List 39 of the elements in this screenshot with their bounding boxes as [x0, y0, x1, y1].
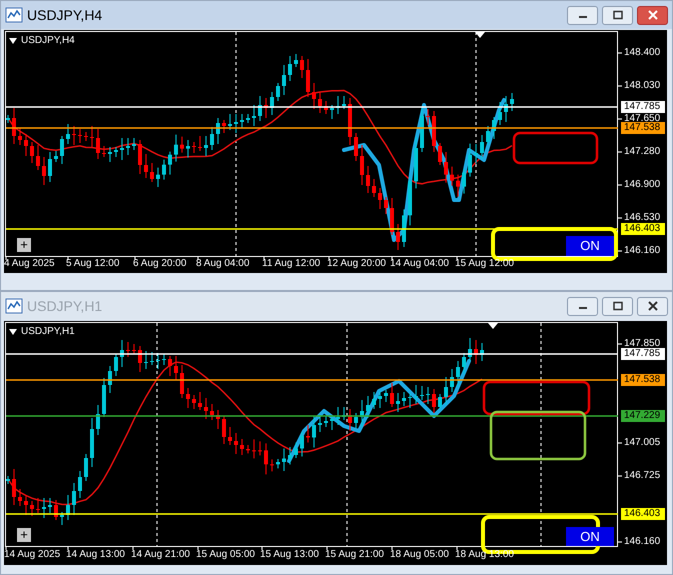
on-button[interactable]: ON [566, 527, 614, 546]
price-level-label: 146.403 [621, 223, 665, 235]
price-axis-label: 146.725 [624, 470, 660, 482]
on-button[interactable]: ON [566, 236, 614, 256]
time-axis-label: 6 Aug 20:00 [133, 258, 186, 270]
price-level-label: 147.785 [621, 101, 665, 113]
price-level-label: 147.538 [621, 122, 665, 134]
time-axis-label: 4 Aug 2025 [4, 258, 55, 270]
price-axis-label: 147.850 [624, 338, 660, 349]
price-axis-label: 147.005 [624, 437, 660, 449]
time-axis-label: 14 Aug 13:00 [66, 549, 125, 561]
time-axis-label: 11 Aug 12:00 [262, 258, 320, 270]
price-axis-label: 146.530 [624, 212, 660, 224]
price-axis-label: 147.650 [624, 113, 660, 124]
zoom-button[interactable]: + [17, 238, 31, 252]
price-level-label: 147.538 [621, 374, 665, 386]
time-axis-label: 15 Aug 12:00 [455, 258, 514, 270]
zoom-button[interactable]: + [17, 528, 31, 542]
chart-symbol-label: USDJPY,H4 [21, 34, 75, 48]
time-axis-label: 15 Aug 05:00 [196, 549, 255, 561]
price-axis-label: 146.160 [624, 536, 660, 548]
price-axis-label: 148.400 [624, 47, 660, 59]
price-level-label: 147.785 [621, 348, 665, 360]
price-level-label: 147.229 [621, 410, 665, 422]
time-axis-label: 15 Aug 21:00 [325, 549, 384, 561]
chart-symbol-label: USDJPY,H1 [21, 325, 75, 339]
time-axis-label: 12 Aug 20:00 [327, 258, 386, 270]
time-axis-label: 14 Aug 04:00 [390, 258, 449, 270]
price-level-label: 146.403 [621, 508, 665, 520]
window-title: USDJPY,H1 [27, 296, 102, 316]
time-axis-label: 18 Aug 05:00 [390, 549, 449, 561]
window-title: USDJPY,H4 [27, 6, 102, 24]
price-axis-label: 148.030 [624, 80, 660, 92]
price-axis-label: 146.160 [624, 245, 660, 257]
price-axis-label: 146.900 [624, 179, 660, 191]
time-axis-label: 15 Aug 13:00 [260, 549, 319, 561]
time-axis-label: 14 Aug 2025 [4, 549, 60, 561]
time-axis-label: 14 Aug 21:00 [131, 549, 190, 561]
price-axis-label: 147.280 [624, 146, 660, 158]
